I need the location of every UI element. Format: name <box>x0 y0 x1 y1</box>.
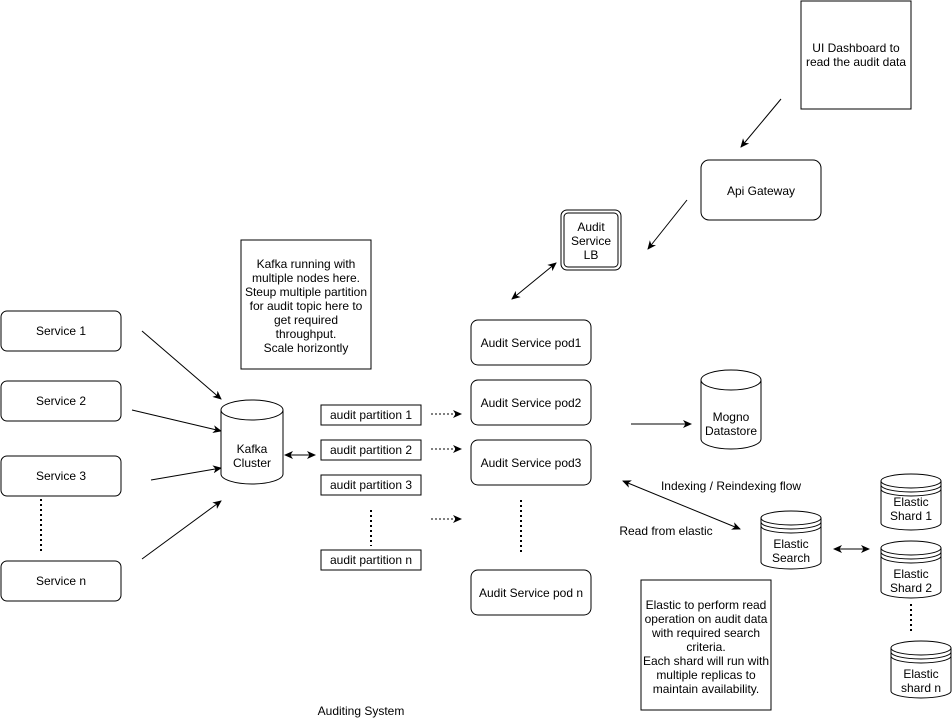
arrow-gateway-lb <box>647 199 688 250</box>
svg-text:throughput.: throughput. <box>276 327 337 341</box>
partition-1[interactable]: audit partition 1 <box>320 404 422 426</box>
svg-text:Search: Search <box>772 551 810 565</box>
svg-text:Elastic: Elastic <box>903 667 938 681</box>
partition-3[interactable]: audit partition 3 <box>320 474 422 496</box>
svg-text:Elastic to perform read: Elastic to perform read <box>646 598 767 612</box>
service-n[interactable]: Service n <box>0 560 122 602</box>
mongo-datastore[interactable]: MognoDatastore <box>700 369 762 450</box>
pod-1[interactable]: Audit Service pod1 <box>470 319 592 366</box>
elastic-note: Elastic to perform readoperation on audi… <box>640 579 772 711</box>
svg-text:Audit: Audit <box>577 220 605 234</box>
partition-2[interactable]: audit partition 2 <box>320 439 422 461</box>
pod-2[interactable]: Audit Service pod2 <box>470 379 592 426</box>
svg-text:audit partition n: audit partition n <box>330 553 412 567</box>
svg-text:Audit Service pod3: Audit Service pod3 <box>481 456 582 470</box>
svg-text:Each shard will run with: Each shard will run with <box>643 654 769 668</box>
svg-text:read the audit data: read the audit data <box>806 55 906 69</box>
svg-text:maintain availability.: maintain availability. <box>653 682 760 696</box>
svg-text:audit partition 3: audit partition 3 <box>330 478 412 492</box>
service-3[interactable]: Service 3 <box>0 455 122 497</box>
arrow-servicen-kafka <box>141 500 222 560</box>
service-2[interactable]: Service 2 <box>0 380 122 422</box>
elastic-shard-2[interactable]: ElasticShard 2 <box>880 540 942 599</box>
svg-text:Shard 2: Shard 2 <box>890 581 932 595</box>
svg-text:Audit Service pod1: Audit Service pod1 <box>481 336 582 350</box>
ui-dashboard[interactable]: UI Dashboard toread the audit data <box>800 0 912 110</box>
svg-text:Mogno: Mogno <box>713 410 750 424</box>
arrow-service1-kafka <box>141 330 222 400</box>
svg-text:Service 1: Service 1 <box>36 324 86 338</box>
svg-text:shard n: shard n <box>901 681 941 695</box>
svg-text:Service n: Service n <box>36 574 86 588</box>
svg-text:Kafka running with: Kafka running with <box>257 257 356 271</box>
svg-text:multiple replicas to: multiple replicas to <box>656 668 756 682</box>
pod-3[interactable]: Audit Service pod3 <box>470 439 592 486</box>
elastic-shard-n[interactable]: Elasticshard n <box>890 640 952 699</box>
svg-text:Scale horizontly: Scale horizontly <box>264 341 349 355</box>
diagram-title: Auditing System <box>318 704 405 718</box>
arrow-service2-kafka <box>131 409 222 434</box>
svg-text:audit partition 2: audit partition 2 <box>330 443 412 457</box>
arrow-dashboard-gateway <box>740 98 782 148</box>
svg-text:Shard 1: Shard 1 <box>890 509 932 523</box>
svg-text:for audit topic here to: for audit topic here to <box>250 299 363 313</box>
svg-text:Cluster: Cluster <box>233 456 271 470</box>
svg-text:multiple nodes here.: multiple nodes here. <box>252 271 360 285</box>
svg-text:Steup multiple partition: Steup multiple partition <box>245 285 367 299</box>
svg-text:get required: get required <box>274 313 338 327</box>
svg-text:Service 2: Service 2 <box>36 394 86 408</box>
svg-text:Service: Service <box>571 234 611 248</box>
svg-text:Datastore: Datastore <box>705 424 757 438</box>
elastic-search[interactable]: ElasticSearch <box>760 510 822 570</box>
svg-text:Kafka: Kafka <box>237 442 268 456</box>
svg-text:Elastic: Elastic <box>893 567 928 581</box>
svg-text:Elastic: Elastic <box>773 537 808 551</box>
svg-text:audit partition 1: audit partition 1 <box>330 408 412 422</box>
svg-text:Api Gateway: Api Gateway <box>727 184 795 198</box>
svg-text:Audit Service pod n: Audit Service pod n <box>479 586 583 600</box>
read-from-elastic-label: Read from elastic <box>619 524 712 538</box>
svg-text:criteria.: criteria. <box>686 640 725 654</box>
partition-n[interactable]: audit partition n <box>320 549 422 571</box>
auditing-system-diagram: Service 1 Service 2 Service 3 Service n … <box>0 0 952 718</box>
elastic-shard-1[interactable]: ElasticShard 1 <box>880 473 942 531</box>
svg-text:with required search: with required search <box>651 626 760 640</box>
arrow-service3-kafka <box>150 465 222 481</box>
svg-text:UI Dashboard to: UI Dashboard to <box>812 41 900 55</box>
service-1[interactable]: Service 1 <box>0 310 122 352</box>
arrow-lb-pods <box>511 262 557 300</box>
indexing-flow-label: Indexing / Reindexing flow <box>661 479 801 493</box>
svg-text:Service 3: Service 3 <box>36 469 86 483</box>
audit-service-lb[interactable]: AuditServiceLB <box>560 209 622 271</box>
pod-n[interactable]: Audit Service pod n <box>470 569 592 616</box>
kafka-cluster[interactable]: KafkaCluster <box>220 399 284 485</box>
svg-text:Elastic: Elastic <box>893 495 928 509</box>
api-gateway[interactable]: Api Gateway <box>700 159 822 221</box>
svg-text:Audit Service pod2: Audit Service pod2 <box>481 396 582 410</box>
svg-text:LB: LB <box>584 248 599 262</box>
svg-text:operation on audit data: operation on audit data <box>645 612 768 626</box>
kafka-note: Kafka running withmultiple nodes here.St… <box>240 239 372 370</box>
